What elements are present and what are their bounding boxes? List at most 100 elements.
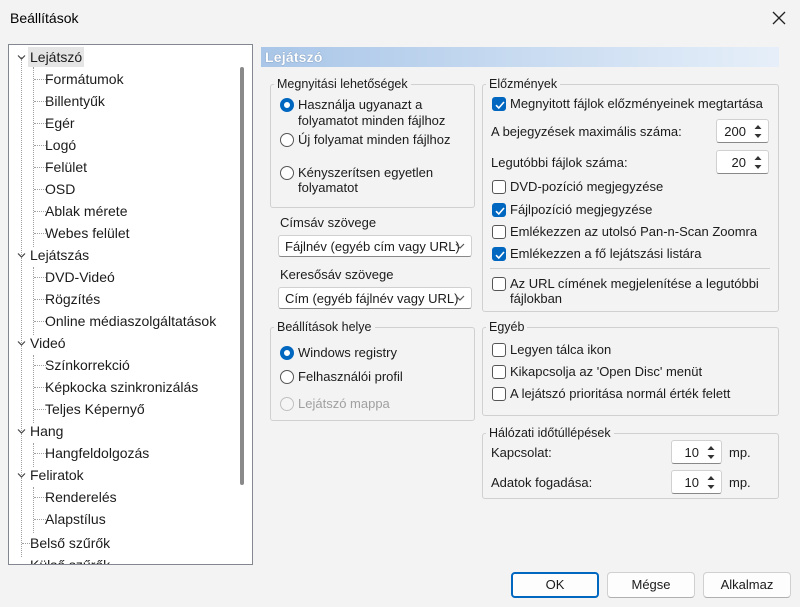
tree-item-webes-felulet[interactable]: Webes felület bbox=[43, 223, 132, 243]
tree-item-logo[interactable]: Logó bbox=[43, 135, 78, 155]
tree-item-belso-szurok[interactable]: Belső szűrők bbox=[28, 533, 112, 553]
searchbar-text-select[interactable]: Cím (egyéb fájlnév vagy URL) bbox=[278, 287, 472, 309]
checkbox-file-position[interactable] bbox=[492, 203, 506, 217]
page-title: Lejátszó bbox=[265, 49, 323, 65]
ok-button[interactable]: OK bbox=[511, 572, 599, 598]
window-title: Beállítások bbox=[10, 10, 79, 26]
connect-timeout-unit: mp. bbox=[729, 445, 751, 460]
connect-timeout-spinner[interactable]: 10 bbox=[671, 440, 722, 464]
radio-windows-registry-label: Windows registry bbox=[298, 345, 397, 360]
radio-same-process[interactable] bbox=[280, 98, 294, 112]
check-icon bbox=[495, 101, 505, 110]
checkbox-high-priority[interactable] bbox=[492, 387, 506, 401]
tree-item-ablak-merete[interactable]: Ablak mérete bbox=[43, 201, 129, 221]
chevron-down-icon bbox=[754, 164, 762, 169]
chevron-down-icon[interactable] bbox=[17, 427, 26, 436]
checkbox-open-disc[interactable] bbox=[492, 365, 506, 379]
chevron-down-icon bbox=[754, 133, 762, 138]
title-bar bbox=[0, 0, 800, 36]
checkbox-tray-icon[interactable] bbox=[492, 343, 506, 357]
close-icon bbox=[772, 11, 786, 25]
spin-up-button[interactable] bbox=[750, 153, 766, 162]
connect-timeout-value: 10 bbox=[684, 445, 699, 460]
max-entries-spinner[interactable]: 200 bbox=[716, 119, 769, 143]
pan-scan-label: Emlékezzen az utolsó Pan-n-Scan Zoomra bbox=[510, 224, 758, 239]
check-icon bbox=[495, 251, 505, 260]
chevron-down-icon[interactable] bbox=[17, 339, 26, 348]
tree-item-lejatszas[interactable]: Lejátszás bbox=[28, 245, 91, 265]
chevron-up-icon bbox=[707, 445, 715, 450]
tree-item-osd[interactable]: OSD bbox=[43, 179, 77, 199]
chevron-down-icon bbox=[455, 295, 465, 301]
tree-item-kepkocka-szinkron[interactable]: Képkocka szinkronizálás bbox=[43, 377, 200, 397]
radio-new-process[interactable] bbox=[280, 133, 294, 147]
check-icon bbox=[495, 207, 505, 216]
recent-files-label: Legutóbbi fájlok száma: bbox=[491, 155, 628, 170]
radio-windows-registry[interactable] bbox=[280, 346, 294, 360]
checkbox-show-url[interactable] bbox=[492, 277, 506, 291]
chevron-down-icon[interactable] bbox=[17, 471, 26, 480]
tree-item-hang[interactable]: Hang bbox=[28, 421, 65, 441]
tree-item-dvd-video[interactable]: DVD-Videó bbox=[43, 267, 117, 287]
titlebar-text-select[interactable]: Fájlnév (egyéb cím vagy URL) bbox=[278, 235, 472, 257]
max-entries-label: A bejegyzések maximális száma: bbox=[491, 124, 682, 139]
radio-player-folder-label: Lejátszó mappa bbox=[298, 396, 390, 411]
tree-item-feliratok[interactable]: Feliratok bbox=[28, 465, 86, 485]
spin-down-button[interactable] bbox=[750, 162, 766, 171]
receive-timeout-unit: mp. bbox=[729, 475, 751, 490]
tree-item-szinkorrekcio[interactable]: Színkorrekció bbox=[43, 355, 132, 375]
apply-button[interactable]: Alkalmaz bbox=[703, 572, 791, 598]
tree-item-online-media[interactable]: Online médiaszolgáltatások bbox=[43, 311, 218, 331]
chevron-down-icon[interactable] bbox=[17, 53, 26, 62]
radio-user-profile[interactable] bbox=[280, 370, 294, 384]
tree-item-eger[interactable]: Egér bbox=[43, 113, 77, 133]
spin-down-button[interactable] bbox=[703, 482, 719, 491]
chevron-up-icon bbox=[754, 124, 762, 129]
cancel-button[interactable]: Mégse bbox=[607, 572, 695, 598]
tree-item-billentyuk[interactable]: Billentyűk bbox=[43, 91, 107, 111]
dvd-position-label: DVD-pozíció megjegyzése bbox=[510, 179, 664, 194]
tree-item-alapstilus[interactable]: Alapstílus bbox=[43, 509, 108, 529]
page-header: Lejátszó bbox=[261, 47, 779, 67]
checkbox-main-playlist[interactable] bbox=[492, 247, 506, 261]
spin-up-button[interactable] bbox=[703, 443, 719, 452]
radio-player-folder[interactable] bbox=[280, 397, 294, 411]
spin-down-button[interactable] bbox=[703, 452, 719, 461]
open-options-title: Megnyitási lehetőségek bbox=[274, 77, 411, 91]
tree-item-lejatszo[interactable]: Lejátszó bbox=[28, 47, 85, 67]
radio-single-process-label-2: folyamatot bbox=[298, 180, 358, 195]
tree-item-video[interactable]: Videó bbox=[28, 333, 68, 353]
spin-up-button[interactable] bbox=[750, 122, 766, 131]
tree-scrollbar[interactable] bbox=[240, 67, 244, 485]
titlebar-text-label: Címsáv szövege bbox=[280, 215, 377, 230]
tree-item-rendereles[interactable]: Renderelés bbox=[43, 487, 119, 507]
spin-up-button[interactable] bbox=[703, 473, 719, 482]
tree-item-teljes-kepernyo[interactable]: Teljes Képernyő bbox=[43, 399, 147, 419]
history-title: Előzmények bbox=[486, 77, 561, 91]
tree-item-felulet[interactable]: Felület bbox=[43, 157, 89, 177]
receive-timeout-spinner[interactable]: 10 bbox=[671, 470, 722, 494]
tree-item-formatumok[interactable]: Formátumok bbox=[43, 69, 126, 89]
checkbox-pan-scan[interactable] bbox=[492, 225, 506, 239]
radio-single-process-label-1: Kényszerítsen egyetlen bbox=[298, 165, 434, 180]
searchbar-text-value: Cím (egyéb fájlnév vagy URL) bbox=[285, 291, 459, 306]
radio-new-process-label: Új folyamat minden fájlhoz bbox=[298, 132, 451, 147]
checkbox-keep-history[interactable] bbox=[492, 97, 506, 111]
tray-icon-label: Legyen tálca ikon bbox=[510, 342, 612, 357]
recent-files-spinner[interactable]: 20 bbox=[716, 150, 769, 174]
close-button[interactable] bbox=[762, 4, 796, 32]
max-entries-value: 200 bbox=[724, 124, 746, 139]
tree-item-rogzites[interactable]: Rögzítés bbox=[43, 289, 102, 309]
checkbox-dvd-position[interactable] bbox=[492, 180, 506, 194]
tree-item-hangfeldolgozas[interactable]: Hangfeldolgozás bbox=[43, 443, 151, 463]
receive-timeout-value: 10 bbox=[684, 475, 699, 490]
keep-history-label: Megnyitott fájlok előzményeinek megtartá… bbox=[510, 96, 763, 111]
recent-files-value: 20 bbox=[731, 155, 746, 170]
chevron-down-icon[interactable] bbox=[17, 251, 26, 260]
receive-timeout-label: Adatok fogadása: bbox=[491, 475, 593, 490]
radio-single-process[interactable] bbox=[280, 166, 294, 180]
settings-tree[interactable]: Lejátszó Formátumok Billentyűk Egér Logó… bbox=[8, 44, 253, 565]
spin-down-button[interactable] bbox=[750, 131, 766, 140]
settings-location-title: Beállítások helye bbox=[274, 320, 375, 334]
tree-item-kulso-szurok[interactable]: Külső szűrők bbox=[28, 555, 112, 564]
